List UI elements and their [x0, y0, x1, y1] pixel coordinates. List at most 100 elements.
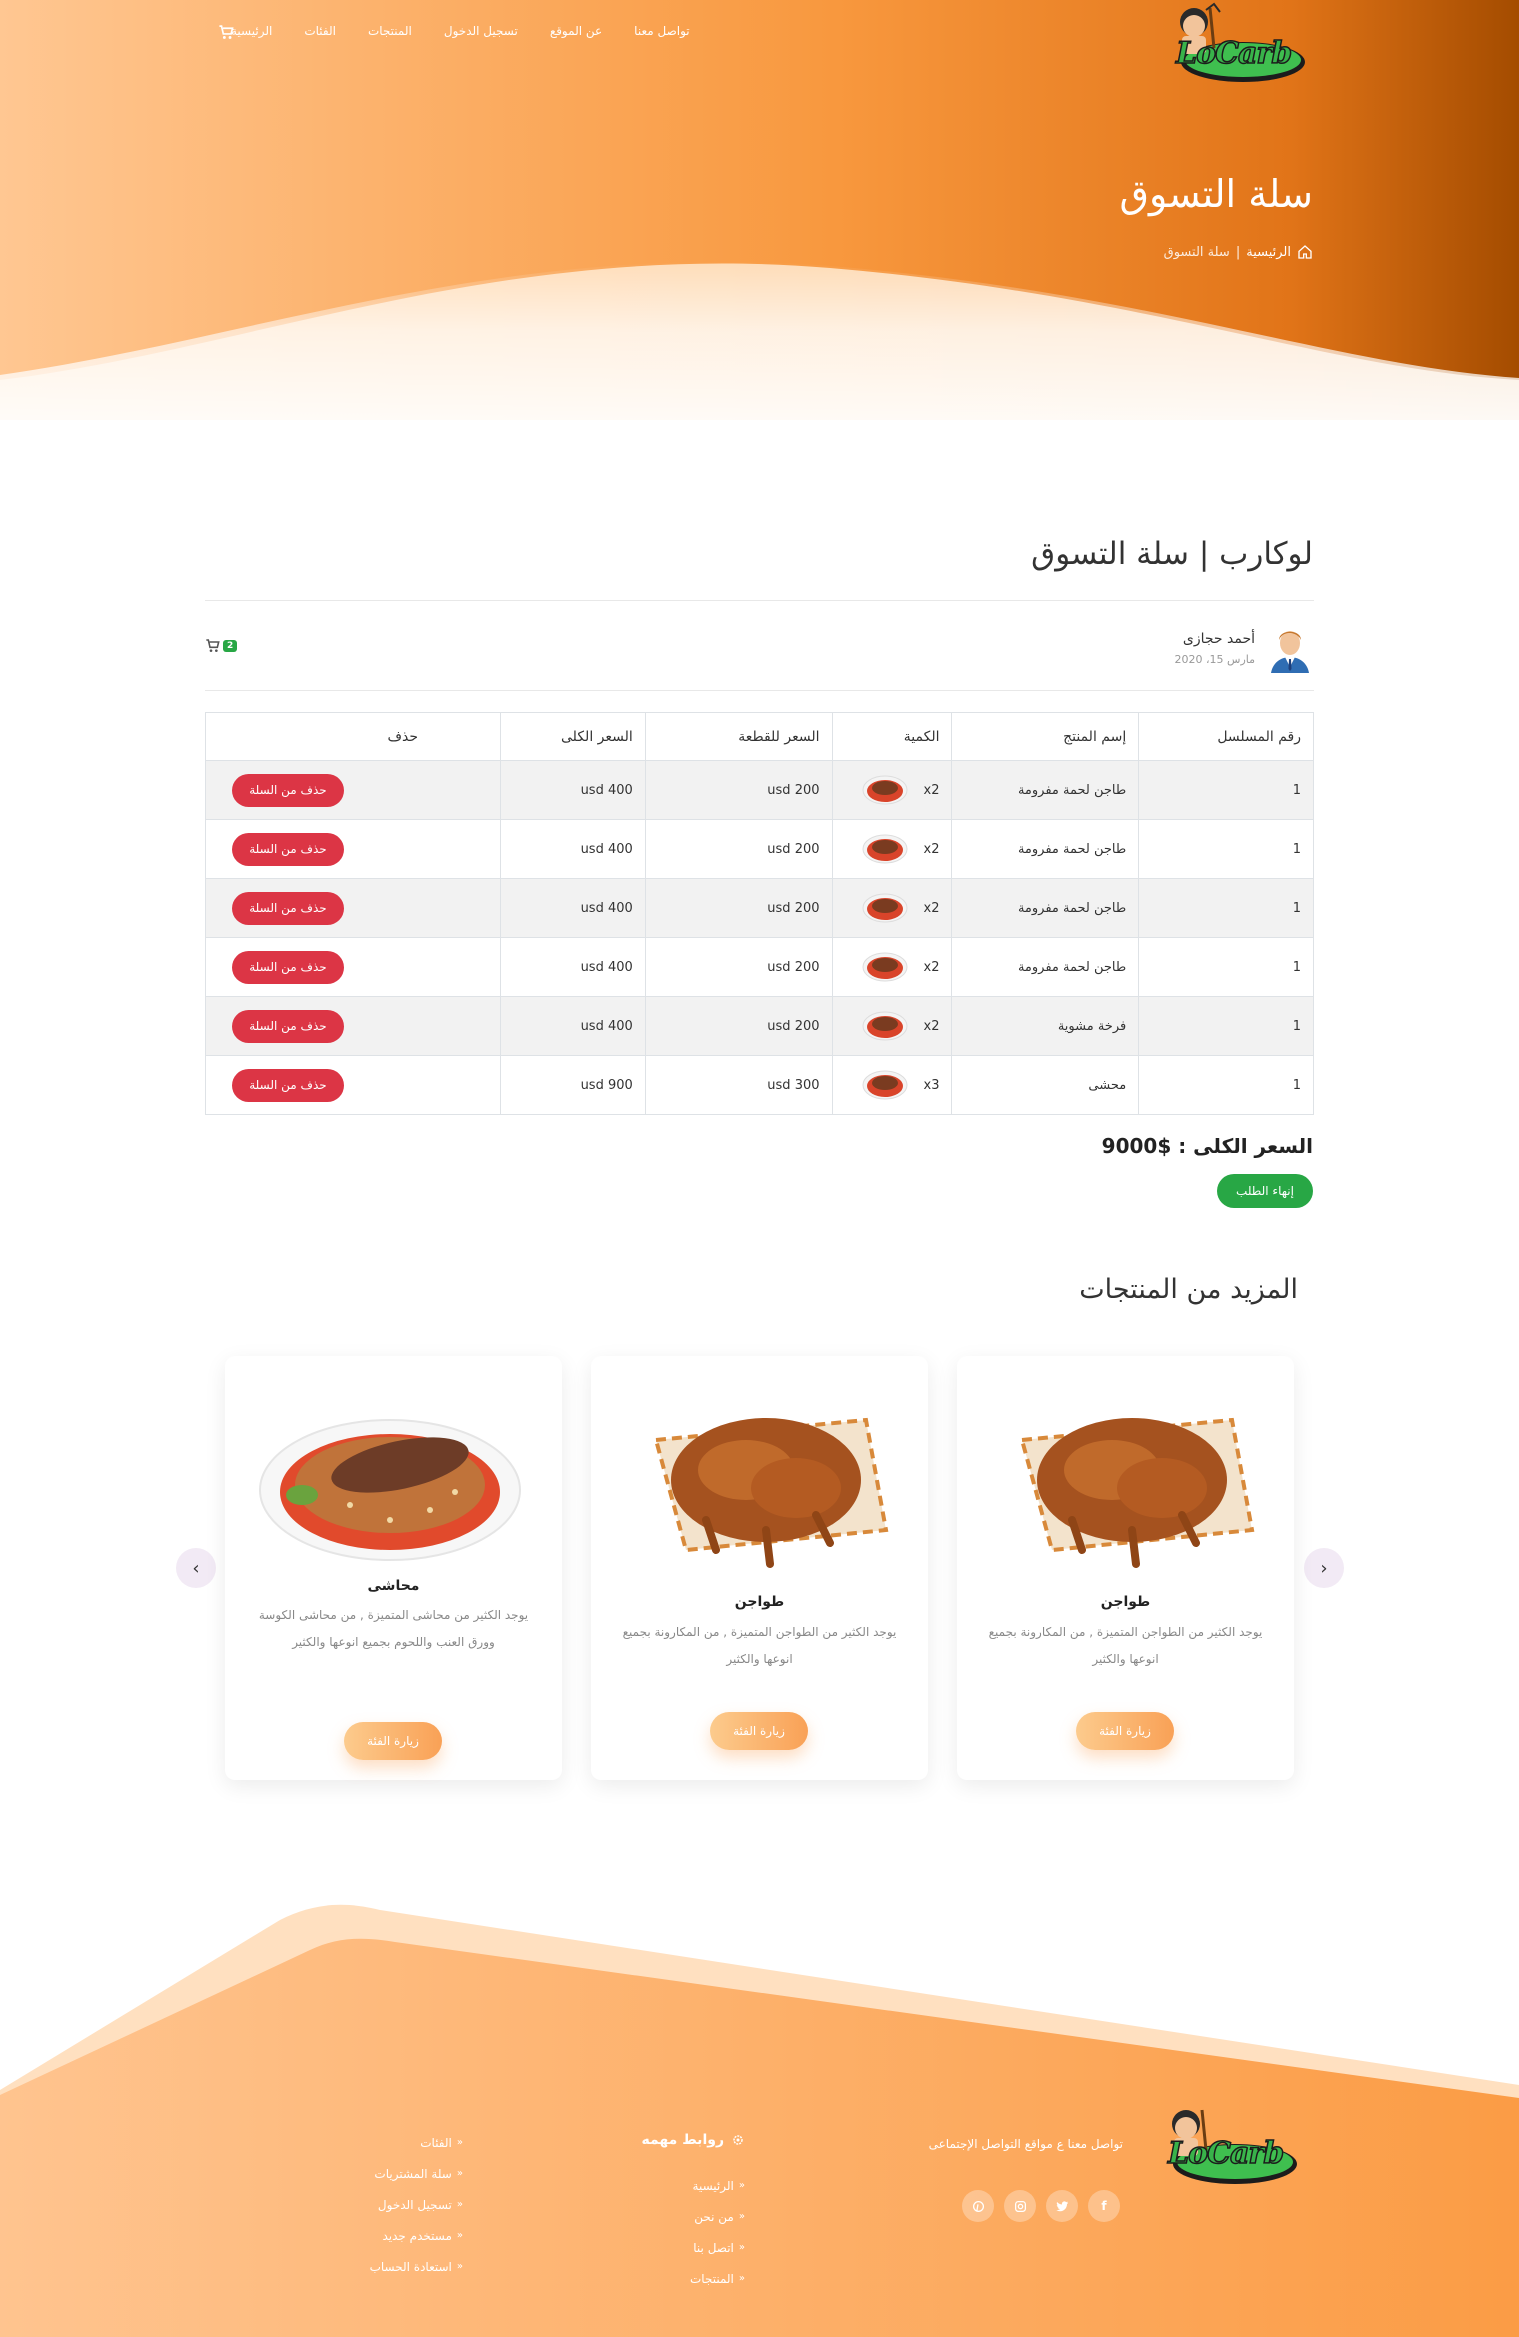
nav-categories[interactable]: الفئات	[288, 24, 352, 38]
footer-link[interactable]: « استعادة الحساب	[370, 2251, 463, 2282]
footer-link[interactable]: « سلة المشتريات	[370, 2158, 463, 2189]
cell-product-name: طاجن لحمة مفرومة	[951, 937, 1140, 997]
footer-link-register[interactable]: مستخدم جديد	[382, 2229, 451, 2243]
cell-total-price: usd 900	[499, 1055, 646, 1115]
breadcrumb-home[interactable]: الرئيسية	[1246, 245, 1291, 260]
product-description: يوجد الكثير من الطواجن المتميزة , من الم…	[988, 1625, 1263, 1666]
chevron-left-icon: «	[456, 2199, 463, 2210]
stuffed-vegetables-image	[259, 1419, 521, 1561]
cell-serial: 1	[1138, 937, 1314, 997]
cell-serial: 1	[1138, 819, 1314, 879]
cart-icon[interactable]	[205, 638, 221, 654]
footer-link-home[interactable]: الرئيسية	[693, 2179, 734, 2193]
footer-link-cart[interactable]: سلة المشتريات	[374, 2167, 451, 2181]
cart-heading: لوكارب | سلة التسوق	[1031, 536, 1313, 572]
cell-product-name: محشى	[951, 1055, 1140, 1115]
footer-link-products[interactable]: المنتجات	[690, 2272, 734, 2286]
user-name: أحمد حجازى	[1182, 630, 1255, 647]
footer-tagline: تواصل معنا ع مواقع التواصل الإجتماعى	[928, 2137, 1123, 2151]
instagram-icon[interactable]	[1004, 2190, 1036, 2222]
page-title: سلة التسوق	[1119, 172, 1314, 216]
cell-delete: حذف من السلة	[205, 996, 501, 1056]
chevron-right-icon[interactable]: ›	[1304, 1548, 1344, 1588]
footer: LoCarb تواصل معنا ع مواقع التواصل الإجتم…	[0, 1900, 1519, 2337]
mini-cart[interactable]: 2	[205, 638, 238, 654]
cell-total-price: usd 400	[499, 819, 646, 879]
cell-qty: x2	[831, 937, 953, 997]
footer-link-recover[interactable]: استعادة الحساب	[370, 2260, 452, 2274]
cell-serial: 1	[1138, 878, 1314, 938]
pinterest-icon[interactable]	[962, 2190, 994, 2222]
cart-table: رقم المسلسل إسم المنتج الكمية السعر للقط…	[205, 712, 1314, 1115]
product-card: طواجن يوجد الكثير من الطواجن المتميزة , …	[591, 1356, 928, 1780]
divider	[205, 690, 1314, 691]
social-links: f	[962, 2190, 1120, 2222]
footer-link[interactable]: « مستخدم جديد	[370, 2220, 463, 2251]
footer-link-about[interactable]: من نحن	[694, 2210, 734, 2224]
footer-link-categories[interactable]: الفئات	[420, 2136, 452, 2150]
footer-link[interactable]: « اتصل بنا	[690, 2232, 745, 2263]
col-serial: رقم المسلسل	[1138, 712, 1314, 761]
brand-logo[interactable]: LoCarb	[1158, 0, 1318, 82]
footer-link-login[interactable]: تسجيل الدخول	[378, 2198, 452, 2212]
cell-qty: x2	[831, 878, 953, 938]
twitter-icon[interactable]	[1046, 2190, 1078, 2222]
nav-products[interactable]: المنتجات	[352, 24, 428, 38]
table-row: 1 طاجن لحمة مفرومة x2 usd 200 usd 400 حذف من …	[205, 819, 1314, 879]
footer-link[interactable]: « الرئيسية	[690, 2170, 745, 2201]
product-thumbnail	[862, 952, 908, 982]
nav-about[interactable]: عن الموقع	[534, 24, 618, 38]
cell-delete: حذف من السلة	[205, 878, 501, 938]
qty-value: x2	[923, 959, 940, 975]
cell-product-name: طاجن لحمة مفرومة	[951, 760, 1140, 820]
gear-icon	[733, 2135, 743, 2145]
logo-text: LoCarb	[1175, 35, 1293, 72]
visit-category-button[interactable]: زيارة الفئة	[710, 1712, 808, 1750]
divider	[205, 600, 1314, 601]
col-delete: حذف	[205, 712, 501, 761]
product-thumbnail	[862, 775, 908, 805]
cell-qty: x2	[831, 996, 953, 1056]
remove-from-cart-button[interactable]: حذف من السلة	[231, 1068, 344, 1102]
cart-icon[interactable]	[218, 24, 235, 41]
footer-link-contact[interactable]: اتصل بنا	[693, 2241, 734, 2255]
cell-unit-price: usd 200	[644, 760, 833, 820]
footer-links-title: روابط مهمه	[642, 2132, 744, 2148]
cell-unit-price: usd 300	[644, 1055, 833, 1115]
remove-from-cart-button[interactable]: حذف من السلة	[231, 832, 344, 866]
remove-from-cart-button[interactable]: حذف من السلة	[231, 950, 344, 984]
cell-unit-price: usd 200	[644, 937, 833, 997]
cell-qty: x2	[831, 760, 953, 820]
user-info: أحمد حجازى مارس 15، 2020	[1174, 620, 1313, 676]
cell-product-name: طاجن لحمة مفرومة	[951, 819, 1140, 879]
nav-links: الرئيسية الفئات المنتجات تسجيل الدخول عن…	[215, 24, 706, 38]
remove-from-cart-button[interactable]: حذف من السلة	[231, 773, 344, 807]
facebook-icon[interactable]: f	[1088, 2190, 1120, 2222]
footer-link[interactable]: « تسجيل الدخول	[370, 2189, 463, 2220]
finish-order-button[interactable]: إنهاء الطلب	[1217, 1174, 1313, 1208]
product-card: طواجن يوجد الكثير من الطواجن المتميزة , …	[957, 1356, 1294, 1780]
table-header-row: رقم المسلسل إسم المنتج الكمية السعر للقط…	[205, 712, 1314, 761]
chevron-left-icon[interactable]: ‹	[176, 1548, 216, 1588]
chevron-left-icon: «	[456, 2168, 463, 2179]
remove-from-cart-button[interactable]: حذف من السلة	[231, 1009, 344, 1043]
visit-category-button[interactable]: زيارة الفئة	[344, 1722, 442, 1760]
nav-contact[interactable]: تواصل معنا	[618, 24, 705, 38]
footer-link[interactable]: « الفئات	[370, 2127, 463, 2158]
col-name: إسم المنتج	[951, 712, 1140, 761]
nav-login[interactable]: تسجيل الدخول	[428, 24, 534, 38]
cart-total: السعر الكلى : $9000	[1101, 1134, 1313, 1158]
footer-link[interactable]: « المنتجات	[690, 2263, 745, 2294]
footer-link[interactable]: « من نحن	[690, 2201, 745, 2232]
breadcrumb-current: سلة التسوق	[1163, 244, 1230, 260]
remove-from-cart-button[interactable]: حذف من السلة	[231, 891, 344, 925]
table-row: 1 طاجن لحمة مفرومة x2 usd 200 usd 400 حذف من …	[205, 760, 1314, 820]
footer-logo[interactable]: LoCarb	[1150, 2100, 1310, 2184]
qty-value: x2	[923, 782, 940, 798]
chevron-left-icon: «	[456, 2137, 463, 2148]
product-thumbnail	[862, 834, 908, 864]
home-icon[interactable]	[1297, 244, 1313, 260]
more-products-title: المزيد من المنتجات	[1079, 1274, 1298, 1305]
breadcrumb: الرئيسية | سلة التسوق	[1164, 244, 1313, 260]
visit-category-button[interactable]: زيارة الفئة	[1076, 1712, 1174, 1750]
